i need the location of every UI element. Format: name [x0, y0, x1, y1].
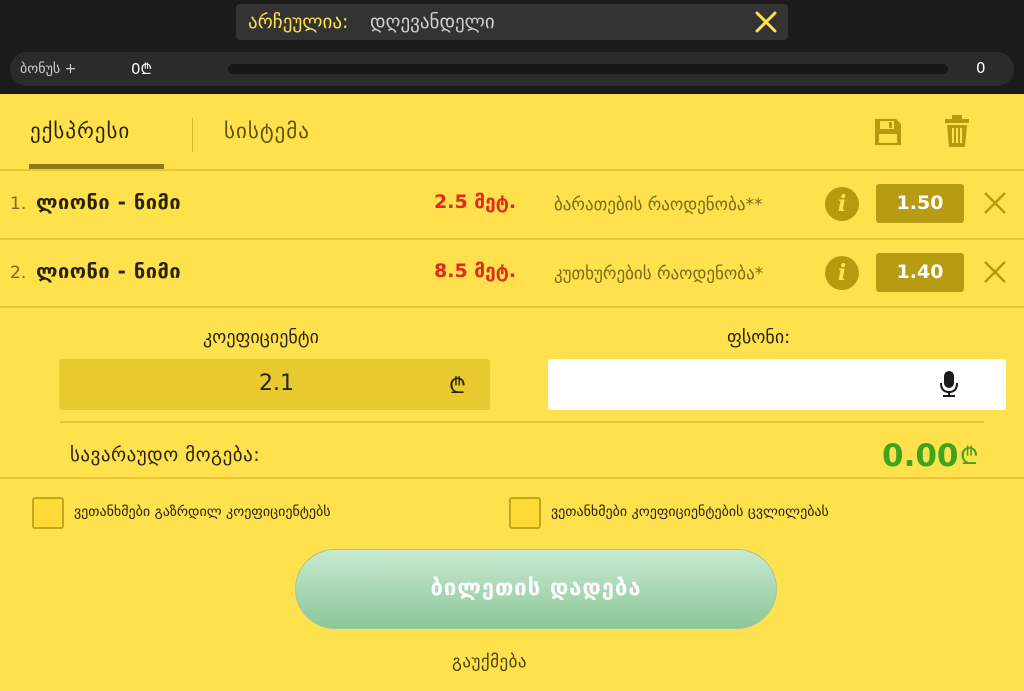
- bet-market: კუთხურების რაოდენობა*: [554, 264, 764, 284]
- coefficient-label: კოეფიციენტი: [203, 327, 319, 348]
- bet-selection: 8.5 მეტ.: [434, 260, 517, 282]
- cancel-link[interactable]: გაუქმება: [452, 652, 527, 672]
- selected-filter: არჩეულია: დღევანდელი: [236, 4, 788, 40]
- bet-selection: 2.5 მეტ.: [434, 191, 517, 213]
- accept-odds-change-label: ვეთანხმები კოეფიციენტების ცვლილებას: [551, 504, 829, 520]
- bet-event: ლიონი - ნიმი: [36, 190, 182, 214]
- trash-icon[interactable]: [942, 114, 972, 148]
- coefficient-box: 2.1 ₾: [59, 359, 490, 410]
- bet-odd: 1.40: [876, 253, 964, 292]
- accept-increased-odds-checkbox[interactable]: [32, 497, 64, 529]
- place-bet-button[interactable]: ბილეთის დადება: [295, 549, 777, 629]
- bet-row: 1. ლიონი - ნიმი 2.5 მეტ. ბარათების რაოდე…: [0, 170, 1024, 238]
- tab-system[interactable]: სისტემა: [224, 119, 310, 143]
- divider: [60, 421, 984, 423]
- bonus-count: 0: [976, 59, 986, 77]
- remove-bet-icon[interactable]: [982, 259, 1008, 285]
- currency-icon: ₾: [960, 442, 979, 470]
- bonus-progress-track: [228, 64, 948, 74]
- bet-event: ლიონი - ნიმი: [36, 259, 182, 283]
- tab-express[interactable]: ექსპრესი: [30, 119, 130, 143]
- remove-bet-icon[interactable]: [982, 190, 1008, 216]
- bonus-bar: ბონუს + 0₾ 0: [10, 52, 1014, 86]
- bet-row: 2. ლიონი - ნიმი 8.5 მეტ. კუთხურების რაოდ…: [0, 239, 1024, 307]
- info-icon[interactable]: i: [825, 256, 859, 290]
- bet-index: 1.: [10, 194, 27, 214]
- currency-icon: ₾: [449, 374, 466, 399]
- divider: [0, 306, 1024, 308]
- bet-market: ბარათების რაოდენობა**: [554, 195, 763, 215]
- info-icon[interactable]: i: [825, 187, 859, 221]
- betslip-tabs: ექსპრესი სისტემა: [0, 94, 1024, 170]
- bonus-label[interactable]: ბონუს +: [20, 61, 76, 77]
- bonus-amount: 0₾: [131, 60, 153, 78]
- close-icon[interactable]: [752, 7, 780, 37]
- coefficient-value: 2.1: [259, 371, 294, 396]
- selected-filter-label: არჩეულია:: [248, 11, 349, 33]
- tab-divider: [192, 118, 193, 152]
- stake-label: ფსონი:: [727, 327, 791, 348]
- bet-index: 2.: [10, 263, 27, 283]
- selected-filter-value: დღევანდელი: [370, 11, 495, 33]
- accept-increased-odds-label: ვეთანხმები გაზრდილ კოეფიციენტებს: [74, 504, 331, 520]
- mic-icon[interactable]: [938, 370, 960, 398]
- accept-odds-change-checkbox[interactable]: [509, 497, 541, 529]
- possible-win-amount: 0.00: [882, 438, 959, 474]
- divider: [0, 477, 1024, 479]
- save-icon[interactable]: [872, 116, 904, 148]
- bet-odd: 1.50: [876, 184, 964, 223]
- top-bar: არჩეულია: დღევანდელი ბონუს + 0₾ 0: [0, 0, 1024, 94]
- possible-win-label: სავარაუდო მოგება:: [70, 444, 261, 466]
